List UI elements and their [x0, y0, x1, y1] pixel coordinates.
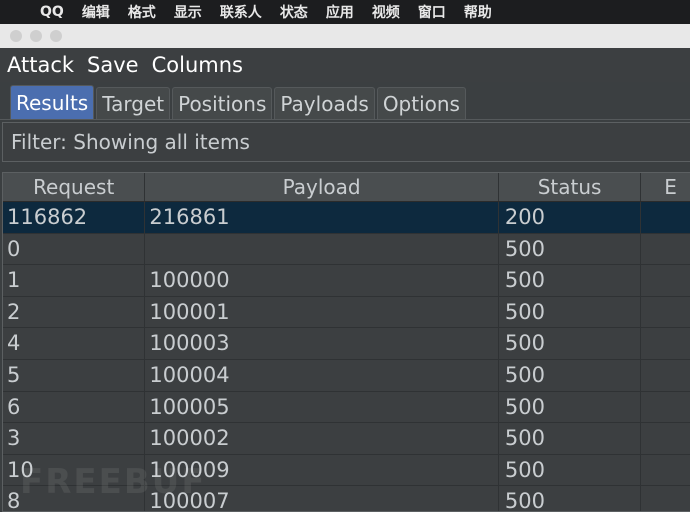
cell-request: 6: [3, 391, 146, 423]
intruder-tabs: Results Target Positions Payloads Option…: [0, 82, 690, 120]
cell-request: 5: [3, 359, 146, 391]
tab-positions[interactable]: Positions: [172, 87, 273, 120]
filter-bar[interactable]: Filter: Showing all items: [2, 122, 690, 162]
table-row[interactable]: 4 100003 500: [3, 328, 690, 360]
minimize-window-button[interactable]: [30, 30, 42, 42]
menu-columns[interactable]: Columns: [152, 53, 243, 77]
column-header-error[interactable]: E: [641, 173, 690, 201]
column-header-status[interactable]: Status: [499, 173, 642, 201]
cell-status: 500: [499, 391, 642, 423]
menu-save[interactable]: Save: [87, 53, 139, 77]
macos-menu-bar: QQ 编辑 格式 显示 联系人 状态 应用 视频 窗口 帮助: [0, 0, 690, 24]
cell-status: 500: [499, 454, 642, 486]
cell-payload: 100001: [145, 296, 499, 328]
cell-error: [641, 234, 690, 265]
menu-edit[interactable]: 编辑: [82, 2, 110, 22]
cell-request: 116862: [3, 202, 146, 233]
table-row[interactable]: 3 100002 500: [3, 423, 690, 455]
tab-payloads[interactable]: Payloads: [274, 87, 375, 120]
cell-request: 3: [3, 423, 146, 454]
table-row[interactable]: 0 500: [3, 233, 690, 266]
cell-error: [641, 265, 690, 296]
table-header: Request Payload Status E: [3, 173, 690, 202]
cell-payload: 216861: [145, 202, 499, 233]
cell-payload: 100002: [145, 423, 499, 454]
cell-request: 1: [3, 265, 146, 296]
cell-status: 500: [499, 359, 642, 391]
menu-video[interactable]: 视频: [372, 2, 400, 22]
cell-error: [641, 202, 690, 233]
menu-view[interactable]: 显示: [174, 2, 202, 22]
column-header-request[interactable]: Request: [3, 173, 146, 201]
zoom-window-button[interactable]: [50, 30, 62, 42]
cell-request: 0: [3, 233, 146, 265]
cell-status: 500: [499, 233, 642, 265]
tab-target[interactable]: Target: [96, 87, 171, 120]
cell-error: [641, 328, 690, 359]
cell-request: 4: [3, 328, 146, 359]
menu-qq[interactable]: QQ: [40, 4, 64, 20]
results-table: Request Payload Status E 116862 216861 200…: [2, 172, 690, 512]
menu-apps[interactable]: 应用: [326, 2, 354, 22]
intruder-menu-bar: Attack Save Columns: [0, 48, 690, 82]
table-row[interactable]: 5 100004 500: [3, 359, 690, 392]
table-row[interactable]: 6 100005 500: [3, 391, 690, 424]
cell-payload: 100003: [145, 328, 499, 359]
cell-status: 500: [499, 423, 642, 454]
menu-format[interactable]: 格式: [128, 2, 156, 22]
tab-divider: [0, 119, 690, 120]
menu-contacts[interactable]: 联系人: [220, 2, 262, 22]
cell-payload: 100005: [145, 391, 499, 423]
menu-help[interactable]: 帮助: [464, 2, 492, 22]
cell-status: 500: [499, 296, 642, 328]
cell-request: 2: [3, 296, 146, 328]
close-window-button[interactable]: [10, 30, 22, 42]
cell-error: [641, 392, 690, 423]
table-row[interactable]: 2 100001 500: [3, 296, 690, 329]
cell-status: 500: [499, 328, 642, 359]
window-title-bar: [0, 24, 690, 48]
cell-payload: [145, 233, 499, 265]
menu-status[interactable]: 状态: [280, 2, 308, 22]
cell-status: 500: [499, 265, 642, 296]
cell-error: [641, 486, 690, 511]
menu-attack[interactable]: Attack: [7, 53, 74, 77]
column-header-payload[interactable]: Payload: [145, 173, 499, 201]
cell-error: [641, 423, 690, 454]
cell-status: 200: [499, 202, 642, 233]
cell-payload: 100004: [145, 359, 499, 391]
cell-error: [641, 455, 690, 486]
table-row[interactable]: 1 100000 500: [3, 265, 690, 297]
menu-window[interactable]: 窗口: [418, 2, 446, 22]
cell-status: 500: [499, 486, 642, 511]
watermark-logo: FREEBUF: [20, 462, 207, 502]
cell-payload: 100000: [145, 265, 499, 296]
tab-results[interactable]: Results: [10, 85, 95, 120]
cell-error: [641, 360, 690, 391]
cell-error: [641, 297, 690, 328]
table-row[interactable]: 116862 216861 200: [3, 202, 690, 234]
tab-options[interactable]: Options: [376, 87, 466, 120]
